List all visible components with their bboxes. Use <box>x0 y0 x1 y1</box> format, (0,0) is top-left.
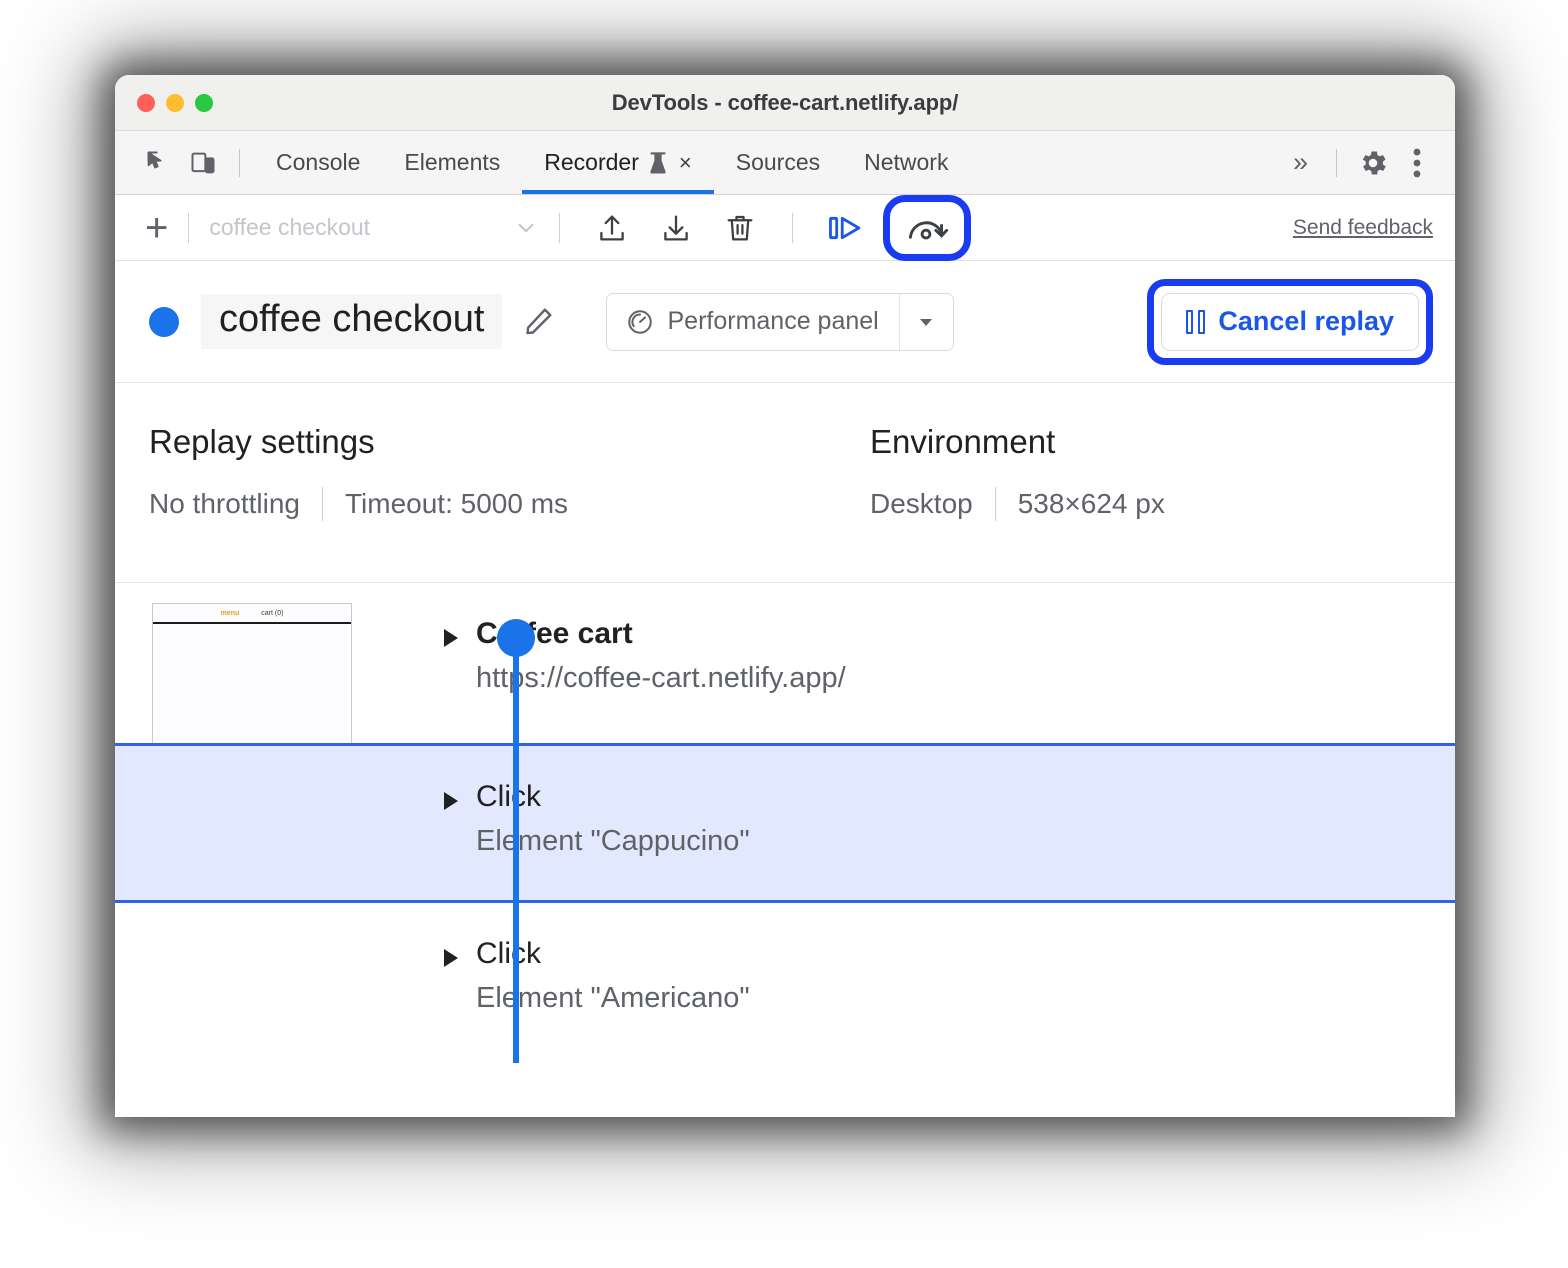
step-title: Click <box>476 780 541 813</box>
step-subtitle: Element "Americano" <box>476 980 1455 1016</box>
replay-target-dropdown-arrow[interactable] <box>899 294 953 350</box>
step-title-row[interactable]: Click <box>444 780 1455 813</box>
inspect-cursor-icon[interactable] <box>137 141 181 185</box>
tab-console[interactable]: Console <box>254 131 382 194</box>
more-tabs-icon[interactable]: » <box>1279 147 1322 178</box>
tab-network[interactable]: Network <box>842 131 970 194</box>
thumbnail-cart-label: cart (0) <box>261 610 283 617</box>
settings-divider <box>322 487 323 521</box>
steps-list: menu cart (0) Total: $0.00 Coffee cart h… <box>115 583 1455 1063</box>
step-row-click-cappucino[interactable]: Click Element "Cappucino" <box>115 743 1455 903</box>
add-recording-button[interactable]: + <box>145 208 168 248</box>
timeline-start-marker <box>497 619 535 657</box>
cancel-replay-label: Cancel replay <box>1218 306 1394 337</box>
thumbnail-site-header: menu cart (0) <box>153 604 351 624</box>
step-content: Coffee cart https://coffee-cart.netlify.… <box>410 583 1455 743</box>
step-title: Click <box>476 937 541 970</box>
environment-column: Environment Desktop 538×624 px <box>785 423 1421 582</box>
step-row-navigate[interactable]: menu cart (0) Total: $0.00 Coffee cart h… <box>115 583 1455 743</box>
timeout-value[interactable]: Timeout: 5000 ms <box>345 488 568 520</box>
kebab-menu-icon[interactable] <box>1395 141 1439 185</box>
cancel-replay-button[interactable]: Cancel replay <box>1161 293 1419 351</box>
tab-recorder[interactable]: Recorder × <box>522 131 713 194</box>
throttling-value[interactable]: No throttling <box>149 488 300 520</box>
measure-performance-icon[interactable] <box>905 208 949 248</box>
step-timeline-column <box>350 903 410 1063</box>
step-timeline-column <box>350 583 410 743</box>
step-row-click-americano[interactable]: Click Element "Americano" <box>115 903 1455 1063</box>
timeline-line <box>513 637 519 1063</box>
tabstrip-divider <box>239 149 240 177</box>
environment-divider <box>995 487 996 521</box>
import-icon[interactable] <box>650 206 702 250</box>
viewport-value: 538×624 px <box>1018 488 1165 520</box>
step-subtitle: Element "Cappucino" <box>476 823 1455 859</box>
replay-settings-values: No throttling Timeout: 5000 ms <box>149 487 785 521</box>
close-recorder-tab-icon[interactable]: × <box>679 152 692 174</box>
recorder-toolbar: + coffee checkout <box>115 195 1455 261</box>
environment-title: Environment <box>870 423 1421 461</box>
tabstrip-divider-right <box>1336 149 1337 177</box>
thumbnail-menu-label: menu <box>221 610 240 617</box>
gear-icon[interactable] <box>1351 141 1395 185</box>
tab-elements[interactable]: Elements <box>382 131 522 194</box>
trash-icon[interactable] <box>714 206 766 250</box>
toolbar-divider-3 <box>792 213 793 243</box>
environment-values: Desktop 538×624 px <box>870 487 1421 521</box>
replay-settings-section: Replay settings No throttling Timeout: 5… <box>115 383 1455 583</box>
recording-select[interactable]: coffee checkout <box>209 214 539 241</box>
recording-header: coffee checkout Performance panel <box>115 261 1455 383</box>
resume-step-icon[interactable] <box>819 206 871 250</box>
replay-settings-title: Replay settings <box>149 423 785 461</box>
step-screenshot-column <box>115 746 350 900</box>
experiment-flask-icon <box>648 151 668 175</box>
recording-status-dot <box>149 307 179 337</box>
device-value: Desktop <box>870 488 973 520</box>
pause-icon <box>1186 310 1205 334</box>
step-title-row[interactable]: Click <box>444 937 1455 970</box>
step-screenshot-column: menu cart (0) Total: $0.00 <box>115 583 350 743</box>
send-feedback-link[interactable]: Send feedback <box>1293 216 1433 240</box>
export-icon[interactable] <box>586 206 638 250</box>
tab-sources[interactable]: Sources <box>714 131 842 194</box>
step-timeline-column <box>350 746 410 900</box>
step-subtitle: https://coffee-cart.netlify.app/ <box>476 660 1455 696</box>
replay-target-value-wrap: Performance panel <box>607 294 898 350</box>
devtools-tab-strip: Console Elements Recorder × Sources Netw… <box>115 131 1455 195</box>
step-screenshot-column <box>115 903 350 1063</box>
expand-triangle-icon[interactable] <box>444 629 458 647</box>
recording-select-value: coffee checkout <box>209 214 513 241</box>
device-toolbar-icon[interactable] <box>181 141 225 185</box>
devtools-window: DevTools - coffee-cart.netlify.app/ Cons… <box>115 75 1455 1117</box>
window-title: DevTools - coffee-cart.netlify.app/ <box>115 90 1455 116</box>
title-bar: DevTools - coffee-cart.netlify.app/ <box>115 75 1455 131</box>
speedometer-icon <box>625 307 655 337</box>
step-title-row[interactable]: Coffee cart <box>444 617 1455 650</box>
pencil-icon[interactable] <box>520 304 556 340</box>
step-content: Click Element "Americano" <box>410 903 1455 1063</box>
replay-target-select[interactable]: Performance panel <box>606 293 953 351</box>
chevron-down-icon <box>513 215 539 241</box>
replay-target-value: Performance panel <box>667 307 878 336</box>
toolbar-divider-2 <box>559 213 560 243</box>
expand-triangle-icon[interactable] <box>444 792 458 810</box>
cancel-replay-highlight: Cancel replay <box>1147 279 1433 365</box>
step-content: Click Element "Cappucino" <box>410 746 1455 900</box>
toolbar-divider-1 <box>188 213 189 243</box>
recording-title[interactable]: coffee checkout <box>201 294 502 349</box>
expand-triangle-icon[interactable] <box>444 949 458 967</box>
measure-performance-highlight <box>883 195 971 261</box>
replay-settings-column: Replay settings No throttling Timeout: 5… <box>149 423 785 582</box>
